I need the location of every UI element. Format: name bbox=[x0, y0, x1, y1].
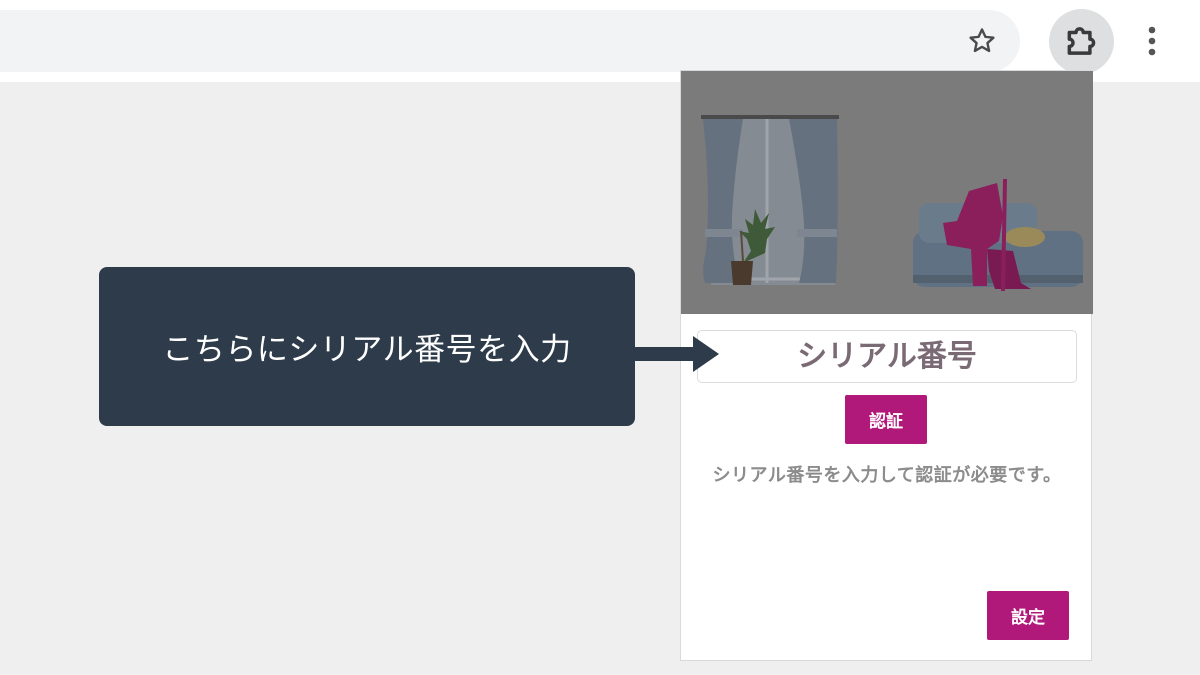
serial-number-input[interactable] bbox=[697, 330, 1077, 383]
header-illustration bbox=[681, 71, 1093, 314]
callout-text: こちらにシリアル番号を入力 bbox=[162, 332, 572, 368]
help-text: シリアル番号を入力して認証が必要です。 bbox=[712, 465, 1062, 486]
kebab-menu-icon bbox=[1148, 26, 1156, 56]
settings-button[interactable]: 設定 bbox=[987, 591, 1069, 640]
puzzle-icon bbox=[1067, 26, 1095, 55]
bookmark-star-button[interactable] bbox=[957, 16, 1007, 66]
extension-popup: 認証 シリアル番号を入力して認証が必要です。 設定 bbox=[680, 70, 1093, 661]
extensions-button[interactable] bbox=[1049, 9, 1114, 74]
arrow-icon bbox=[635, 336, 719, 372]
instruction-callout: こちらにシリアル番号を入力 bbox=[99, 267, 635, 426]
browser-menu-button[interactable] bbox=[1130, 16, 1174, 66]
authenticate-button[interactable]: 認証 bbox=[845, 395, 927, 444]
star-icon bbox=[969, 28, 995, 53]
address-bar[interactable] bbox=[0, 10, 1020, 72]
